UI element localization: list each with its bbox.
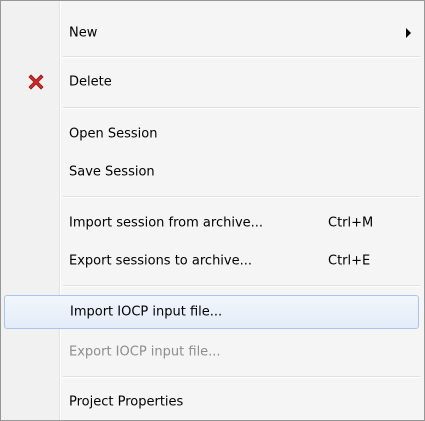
menu-item-export-sessions-archive[interactable]: Export sessions to archive... Ctrl+E	[4, 244, 419, 278]
menu-item-export-iocp: Export IOCP input file...	[4, 335, 419, 369]
menu-item-label: New	[69, 25, 98, 41]
menu-separator	[63, 285, 420, 287]
submenu-arrow-icon	[406, 28, 411, 38]
menu-item-save-session[interactable]: Save Session	[4, 155, 419, 189]
menu-separator	[63, 196, 420, 198]
menu-item-label: Project Properties	[69, 394, 184, 410]
menu-item-label: Export sessions to archive...	[69, 253, 253, 269]
menu-item-import-iocp[interactable]: Import IOCP input file...	[4, 295, 419, 329]
menu-item-shortcut: Ctrl+M	[328, 215, 374, 231]
menu-item-project-properties[interactable]: Project Properties	[4, 385, 419, 419]
menu-separator	[63, 56, 420, 58]
menu-item-label: Import session from archive...	[69, 215, 264, 231]
menu-item-label: Save Session	[69, 164, 155, 180]
context-menu: New Delete Open Session Save Session Imp…	[0, 0, 425, 421]
menu-separator	[63, 107, 420, 109]
menu-item-new[interactable]: New	[4, 16, 419, 50]
menu-item-delete[interactable]: Delete	[4, 65, 419, 99]
menu-item-label: Export IOCP input file...	[69, 344, 221, 360]
menu-item-open-session[interactable]: Open Session	[4, 117, 419, 151]
menu-item-label: Delete	[69, 74, 112, 90]
menu-item-label: Open Session	[69, 126, 158, 142]
delete-x-icon	[28, 74, 44, 90]
menu-item-label: Import IOCP input file...	[70, 304, 223, 320]
menu-separator	[63, 376, 420, 378]
menu-item-import-session-archive[interactable]: Import session from archive... Ctrl+M	[4, 206, 419, 240]
menu-item-shortcut: Ctrl+E	[328, 253, 371, 269]
